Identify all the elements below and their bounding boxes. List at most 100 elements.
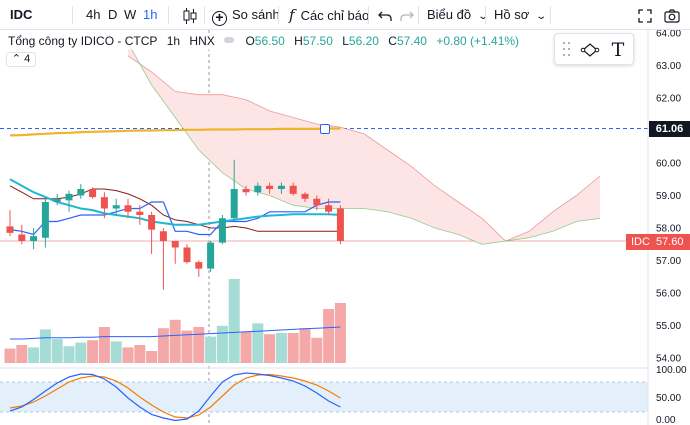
- drawing-toolbox[interactable]: T: [554, 33, 634, 65]
- chevron-down-icon: ⌄: [477, 11, 490, 22]
- volume-bar: [287, 333, 299, 363]
- shape-tool-button[interactable]: [579, 39, 601, 61]
- indicator-count: 4: [24, 53, 31, 65]
- volume-bar: [299, 328, 311, 363]
- camera-icon: [664, 8, 680, 23]
- volume-bar: [323, 309, 335, 363]
- oscillator-tick-label: 100.00: [656, 365, 687, 376]
- candle-body: [183, 247, 191, 263]
- candle-body: [171, 241, 179, 248]
- candle-body: [53, 198, 61, 202]
- volume-bar: [216, 325, 228, 363]
- volume-bar: [193, 327, 205, 363]
- legend-low-key: L: [342, 34, 349, 48]
- interval-1h[interactable]: 1h: [143, 0, 157, 30]
- undo-button[interactable]: [378, 0, 392, 30]
- candle-body: [124, 205, 132, 212]
- candle-body: [112, 205, 120, 209]
- legend-interval: 1h: [166, 34, 181, 48]
- chevron-up-icon: ⌃: [11, 53, 22, 65]
- legend-low: 56.20: [348, 34, 379, 48]
- oscillator-pane[interactable]: [0, 372, 648, 422]
- oscillator-tick-label: 50.00: [656, 393, 681, 404]
- oscillator-tick-label: 0.00: [656, 415, 676, 425]
- ichimoku-cloud: [127, 42, 601, 245]
- volume-bar: [157, 328, 169, 363]
- candle-body: [89, 189, 97, 198]
- legend-change: +0.80 (+1.41%): [436, 34, 520, 48]
- volume-bar: [39, 329, 51, 363]
- candle-body: [301, 193, 309, 199]
- volume-bar: [240, 331, 252, 363]
- price-axis[interactable]: 64.0063.0062.0061.0060.0059.0058.0057.00…: [647, 30, 687, 425]
- toolbar-divider: [278, 6, 279, 24]
- toolbar-divider: [485, 6, 486, 24]
- indicators-label: Các chỉ báo: [300, 8, 370, 23]
- fullscreen-button[interactable]: [638, 0, 652, 30]
- candle-body: [336, 208, 344, 241]
- candle-body: [313, 198, 321, 206]
- price-tick-label: 59.00: [656, 191, 681, 202]
- price-chart[interactable]: 64.0063.0062.0061.0060.0059.0058.0057.00…: [0, 30, 690, 425]
- candlestick-icon: [183, 7, 197, 24]
- symbol-search[interactable]: IDC: [10, 0, 32, 30]
- legend-exchange: HNX: [189, 34, 215, 48]
- volume-bar: [51, 339, 63, 363]
- volume-bar: [228, 279, 240, 363]
- price-tick-label: 62.00: [656, 94, 681, 105]
- top-toolbar: IDC 4h D W 1h + So sánh f Các chỉ báo Biểu…: [0, 0, 690, 30]
- legend-close: 57.40: [396, 34, 427, 48]
- price-tick-label: 60.00: [656, 159, 681, 170]
- undo-icon: [378, 11, 392, 21]
- volume-bar: [264, 334, 276, 363]
- interval-4h[interactable]: 4h: [86, 0, 100, 30]
- candle-body: [230, 189, 238, 219]
- legend-collapse-button[interactable]: ⌃ 4: [6, 52, 36, 67]
- volume-bar: [134, 345, 146, 363]
- eye-toggle-icon[interactable]: [224, 37, 235, 43]
- fx-icon: f: [289, 6, 295, 24]
- toolbar-divider: [72, 6, 73, 24]
- toolbar-divider: [204, 6, 205, 24]
- horizontal-line-price-badge: 61.06: [649, 121, 690, 137]
- toolbar-divider: [368, 6, 369, 24]
- cloud-fill: [128, 42, 600, 245]
- interval-w[interactable]: W: [124, 0, 136, 30]
- profile-label: Hồ sơ: [494, 7, 530, 22]
- drag-handle-icon[interactable]: [563, 42, 571, 58]
- line-drag-handle[interactable]: [320, 124, 330, 134]
- current-price-badge: IDC 57.60: [626, 234, 690, 250]
- candle-body: [30, 236, 38, 241]
- snapshot-button[interactable]: [664, 0, 680, 30]
- chevron-down-icon: ⌄: [535, 11, 548, 22]
- candle-body: [100, 197, 108, 209]
- candle-body: [195, 262, 203, 269]
- volume-bar: [16, 345, 28, 363]
- compare-button[interactable]: + So sánh: [212, 0, 280, 30]
- toolbar-divider: [168, 6, 169, 24]
- volume-bar: [63, 346, 75, 363]
- chart-type-dropdown[interactable]: Biểu đồ ⌄: [427, 0, 490, 30]
- volume-bar: [98, 327, 110, 363]
- volume-bar: [334, 303, 346, 363]
- legend-title: Tổng công ty IDICO - CTCP: [8, 34, 158, 48]
- indicators-button[interactable]: f Các chỉ báo: [289, 0, 369, 30]
- candle-body: [136, 211, 144, 215]
- interval-d[interactable]: D: [108, 0, 117, 30]
- price-tick-label: 57.00: [656, 256, 681, 267]
- price-tick-label: 55.00: [656, 321, 681, 332]
- candle-body: [6, 226, 14, 233]
- profile-dropdown[interactable]: Hồ sơ ⌄: [494, 0, 548, 30]
- toolbar-divider: [550, 6, 551, 24]
- candle-body: [254, 185, 262, 193]
- volume-bar: [87, 340, 99, 363]
- candle-body: [18, 234, 26, 241]
- candle-body: [218, 218, 226, 243]
- redo-button[interactable]: [400, 0, 414, 30]
- candles-chart-type-button[interactable]: [183, 0, 197, 30]
- tenkan-line: [9, 201, 341, 236]
- volume-bar: [122, 347, 134, 363]
- candle-body: [77, 189, 85, 196]
- text-tool-button[interactable]: T: [607, 39, 629, 61]
- price-tick-label: 54.00: [656, 354, 681, 365]
